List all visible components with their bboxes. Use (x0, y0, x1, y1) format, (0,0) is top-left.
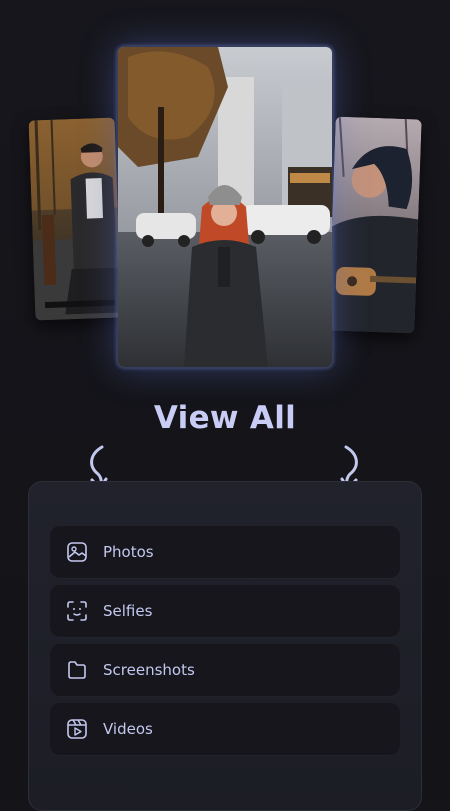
category-label: Videos (103, 720, 153, 738)
view-all-title: View All (153, 400, 297, 436)
man-beanie-guitar-photo (328, 116, 422, 334)
category-label: Selfies (103, 602, 153, 620)
person-seated-outdoors-photo (28, 117, 122, 321)
photo-card-left[interactable] (28, 117, 122, 321)
face-scan-icon (65, 599, 89, 623)
category-label: Screenshots (103, 661, 195, 679)
category-videos[interactable]: Videos (50, 703, 400, 755)
video-clapper-icon (65, 717, 89, 741)
category-selfies[interactable]: Selfies (50, 585, 400, 637)
folder-icon (65, 658, 89, 682)
woman-red-hair-street-photo (118, 47, 332, 367)
category-label: Photos (103, 543, 154, 561)
category-photos[interactable]: Photos (50, 526, 400, 578)
photo-card-center[interactable] (117, 46, 333, 368)
category-screenshots[interactable]: Screenshots (50, 644, 400, 696)
photo-card-right[interactable] (328, 116, 422, 334)
image-icon (65, 540, 89, 564)
